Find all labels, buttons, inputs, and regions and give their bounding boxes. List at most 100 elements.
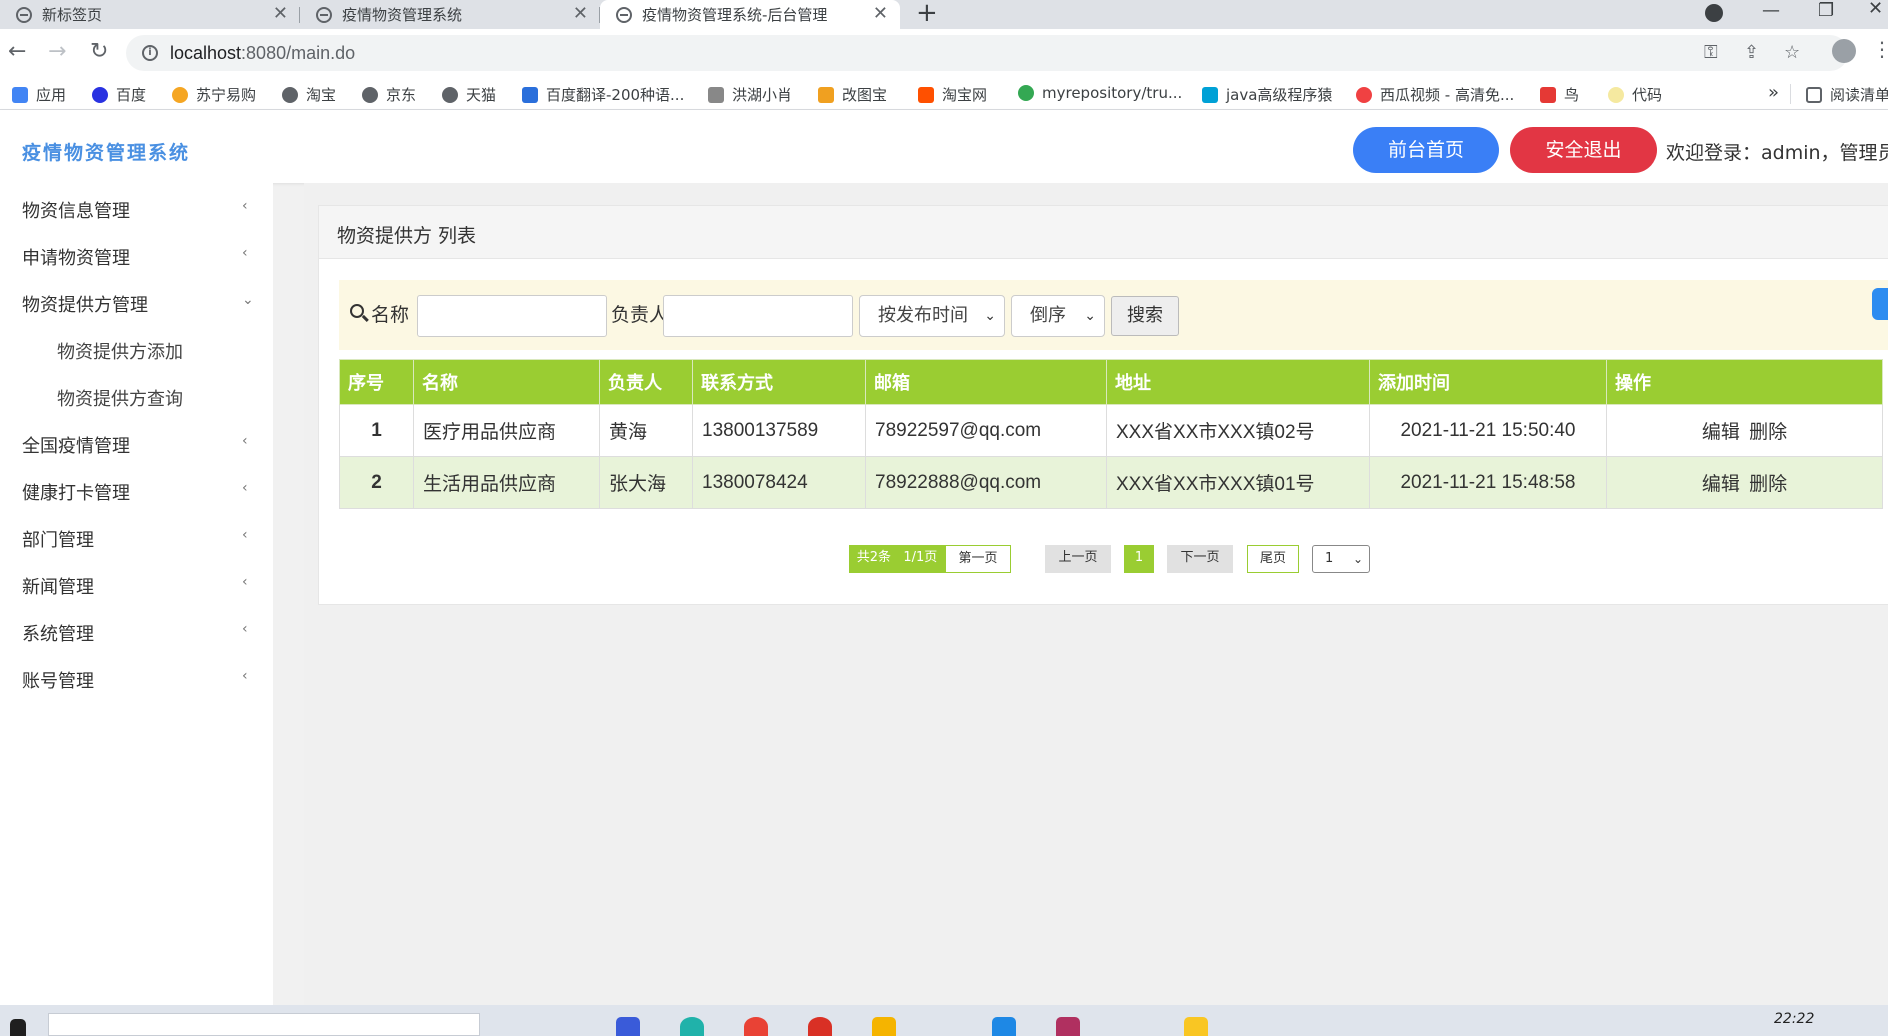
bookmark-tmall[interactable]: 天猫	[442, 84, 496, 105]
sidebar-item-health-checkin[interactable]: 健康打卡管理 ‹	[0, 467, 273, 514]
cell-name: 医疗用品供应商	[413, 404, 600, 457]
sidebar-item-account[interactable]: 账号管理 ‹	[0, 655, 273, 702]
suning-icon	[172, 86, 188, 103]
key-icon[interactable]: ⚿	[1704, 43, 1718, 63]
close-icon[interactable]: ✕	[873, 4, 888, 24]
address-bar[interactable]: i localhost:8080/main.do ⚿ ⇪ ☆	[126, 35, 1848, 71]
bookmark-code[interactable]: 代码	[1608, 84, 1662, 105]
floating-tool-button[interactable]	[1872, 288, 1888, 320]
sidebar-item-news[interactable]: 新闻管理 ‹	[0, 561, 273, 608]
sort-order-select[interactable]: 倒序 ⌄	[1011, 295, 1105, 337]
browser-tab-strip: 新标签页 ✕ 疫情物资管理系统 ✕ 疫情物资管理系统-后台管理 ✕ + — ❐ …	[0, 0, 1888, 29]
more-bookmarks-chevron-icon[interactable]: »	[1768, 82, 1779, 103]
profile-dropdown-icon[interactable]	[1705, 4, 1723, 22]
bookmark-taobao[interactable]: 淘宝	[282, 84, 336, 105]
pager-summary: 共2条 1/1页	[849, 545, 945, 573]
bookmark-honghu[interactable]: 洪湖小肖	[708, 84, 792, 105]
address-url[interactable]: localhost:8080/main.do	[170, 43, 355, 64]
bookmark-taobao-net[interactable]: 淘宝网	[918, 84, 987, 105]
profile-avatar[interactable]	[1832, 39, 1856, 63]
bookmark-gaitubao[interactable]: 改图宝	[818, 84, 887, 105]
site-info-icon[interactable]: i	[142, 45, 158, 61]
folder-icon[interactable]	[872, 1017, 896, 1036]
app-icon[interactable]	[808, 1017, 832, 1036]
pager-jump-select[interactable]: 1 ⌄	[1312, 545, 1370, 573]
globe-icon	[316, 6, 332, 23]
bookmark-jd[interactable]: 京东	[362, 84, 416, 105]
bookmark-xigua[interactable]: 西瓜视频 - 高清免...	[1356, 84, 1514, 105]
sort-field-select[interactable]: 按发布时间 ⌄	[859, 295, 1005, 337]
table-row: 2 生活用品供应商 张大海 1380078424 78922888@qq.com…	[339, 456, 1883, 509]
edge-icon[interactable]	[680, 1017, 704, 1036]
brand-title[interactable]: 疫情物资管理系统	[22, 138, 190, 165]
chevron-down-icon: ⌄	[1084, 308, 1096, 324]
welcome-text: 欢迎登录：admin，管理员	[1666, 142, 1888, 164]
delete-link[interactable]: 删除	[1749, 474, 1787, 495]
image-edit-icon	[818, 86, 834, 103]
close-icon[interactable]: ✕	[573, 4, 588, 24]
logout-button[interactable]: 安全退出	[1510, 127, 1657, 173]
search-bar: 名称 负责人 按发布时间 ⌄ 倒序 ⌄ 搜索	[339, 280, 1888, 350]
browser-tab-newtab[interactable]: 新标签页 ✕	[0, 0, 300, 29]
sidebar-item-system[interactable]: 系统管理 ‹	[0, 608, 273, 655]
taskbar-search-input[interactable]	[48, 1013, 480, 1036]
intellij-icon[interactable]	[1056, 1017, 1080, 1036]
sidebar-item-department[interactable]: 部门管理 ‹	[0, 514, 273, 561]
window-close-icon[interactable]: ✕	[1868, 0, 1883, 18]
forward-arrow-icon[interactable]: →	[48, 39, 66, 65]
sidebar-item-apply-material[interactable]: 申请物资管理 ‹	[0, 232, 273, 279]
bookmark-suning[interactable]: 苏宁易购	[172, 84, 256, 105]
person-search-input[interactable]	[663, 295, 853, 337]
bookmark-java[interactable]: java高级程序猿	[1202, 84, 1332, 105]
app-icon[interactable]	[1184, 1017, 1208, 1036]
app-icon[interactable]	[616, 1017, 640, 1036]
clock-time: 22:22	[1774, 1011, 1815, 1027]
sidebar-item-supplier-add[interactable]: 物资提供方添加	[0, 326, 273, 373]
sidebar-item-material-info[interactable]: 物资信息管理 ‹	[0, 185, 273, 232]
translate-icon	[522, 86, 538, 103]
star-icon[interactable]: ☆	[1784, 43, 1800, 63]
menu-kebab-icon[interactable]: ⋮	[1872, 37, 1888, 61]
share-icon[interactable]: ⇪	[1744, 43, 1759, 63]
pager-current-page[interactable]: 1	[1124, 545, 1154, 573]
minimize-icon[interactable]: —	[1762, 2, 1780, 20]
back-arrow-icon[interactable]: ←	[8, 39, 26, 65]
search-button[interactable]: 搜索	[1111, 296, 1179, 336]
cell-ops: 编辑 删除	[1606, 404, 1883, 457]
name-search-input[interactable]	[417, 295, 607, 337]
pager-last-button[interactable]: 尾页	[1247, 545, 1299, 573]
new-tab-plus-icon[interactable]: +	[916, 0, 938, 26]
bookmark-myrepository[interactable]: myrepository/tru...	[1018, 84, 1182, 102]
bookmark-apps[interactable]: 应用	[12, 84, 66, 105]
frontend-home-button[interactable]: 前台首页	[1353, 127, 1499, 173]
edit-link[interactable]: 编辑	[1702, 474, 1740, 495]
pager-first-button[interactable]: 第一页	[945, 545, 1011, 573]
sidebar-item-supplier-query[interactable]: 物资提供方查询	[0, 373, 273, 420]
restore-icon[interactable]: ❐	[1818, 2, 1834, 20]
chrome-icon[interactable]	[744, 1017, 768, 1036]
edit-link[interactable]: 编辑	[1702, 422, 1740, 443]
reload-icon[interactable]: ↻	[90, 39, 108, 65]
browser-tab-admin[interactable]: 疫情物资管理系统-后台管理 ✕	[600, 0, 900, 29]
globe-icon	[442, 86, 458, 103]
windows-start-icon[interactable]	[10, 1019, 26, 1036]
col-header-index: 序号	[339, 359, 414, 405]
reading-list-button[interactable]: 阅读清单	[1806, 84, 1888, 105]
sidebar-item-epidemic[interactable]: 全国疫情管理 ‹	[0, 420, 273, 467]
chevron-left-icon: ‹	[242, 433, 248, 449]
cell-phone: 13800137589	[692, 404, 866, 457]
close-icon[interactable]: ✕	[273, 4, 288, 24]
delete-link[interactable]: 删除	[1749, 422, 1787, 443]
chrome-icon	[1018, 85, 1034, 101]
browser-tab-system[interactable]: 疫情物资管理系统 ✕	[300, 0, 600, 29]
bookmark-bird[interactable]: 鸟	[1540, 84, 1579, 105]
pager-next-button[interactable]: 下一页	[1167, 545, 1233, 573]
sidebar-item-supplier[interactable]: 物资提供方管理 ⌄	[0, 279, 273, 326]
name-label: 名称	[371, 304, 410, 326]
globe-icon	[362, 86, 378, 103]
chevron-left-icon: ‹	[242, 198, 248, 214]
pager-prev-button[interactable]: 上一页	[1045, 545, 1111, 573]
bookmark-baidu-translate[interactable]: 百度翻译-200种语...	[522, 84, 684, 105]
bookmark-baidu[interactable]: 百度	[92, 84, 146, 105]
app-icon[interactable]	[992, 1017, 1016, 1036]
